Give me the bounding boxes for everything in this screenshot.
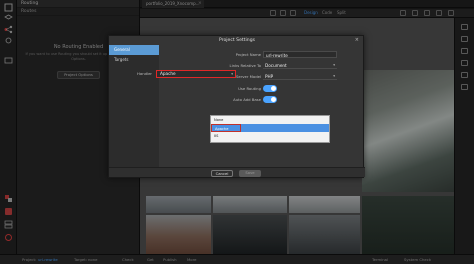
use-routing-toggle[interactable]	[263, 85, 277, 92]
project-name-input[interactable]: url-rewrite	[263, 51, 337, 58]
dialog-footer: Cancel Save	[109, 167, 365, 177]
field-use-routing: Use Routing	[159, 85, 365, 93]
server-model-select[interactable]: PHP ▾	[263, 73, 337, 80]
app-window: Routing Routes No Routing Enabled If you…	[0, 0, 474, 264]
dialog-title: Project Settings	[218, 38, 256, 43]
links-relative-label: Links Relative To	[229, 63, 261, 68]
chevron-down-icon: ▾	[333, 63, 335, 67]
handler-select[interactable]: Apache ▾	[156, 70, 236, 78]
handler-label: Handler	[137, 71, 152, 76]
dialog-close-icon[interactable]: ×	[355, 37, 359, 43]
handler-option-none[interactable]: None	[211, 116, 329, 124]
auto-add-base-label: Auto Add Base	[233, 97, 261, 102]
field-links-relative: Links Relative To Document ▾	[159, 62, 365, 70]
settings-form: Project Name url-rewrite Links Relative …	[159, 45, 365, 169]
project-name-label: Project Name	[235, 52, 261, 57]
chevron-down-icon: ▾	[333, 74, 335, 78]
handler-value: Apache	[160, 71, 176, 76]
links-relative-select[interactable]: Document ▾	[263, 62, 337, 69]
nav-general[interactable]: General	[109, 45, 159, 55]
handler-dropdown: None Apache IIS	[210, 115, 330, 143]
nav-targets[interactable]: Targets	[109, 55, 159, 65]
cancel-button[interactable]: Cancel	[211, 170, 233, 177]
save-button[interactable]: Save	[239, 170, 261, 177]
use-routing-label: Use Routing	[238, 86, 261, 91]
field-auto-add-base: Auto Add Base	[159, 96, 365, 104]
chevron-down-icon: ▾	[231, 72, 233, 76]
links-relative-value: Document	[265, 63, 287, 68]
field-project-name: Project Name url-rewrite	[159, 51, 365, 59]
settings-nav: General Targets	[109, 45, 159, 169]
auto-add-base-toggle[interactable]	[263, 96, 277, 103]
handler-option-iis[interactable]: IIS	[211, 132, 329, 140]
server-model-label: Server Model	[235, 74, 261, 79]
server-model-value: PHP	[265, 74, 274, 79]
project-settings-dialog: Project Settings × General Targets Proje…	[108, 35, 365, 178]
handler-option-apache-row[interactable]: Apache	[211, 124, 329, 132]
handler-option-apache[interactable]: Apache	[211, 124, 241, 132]
